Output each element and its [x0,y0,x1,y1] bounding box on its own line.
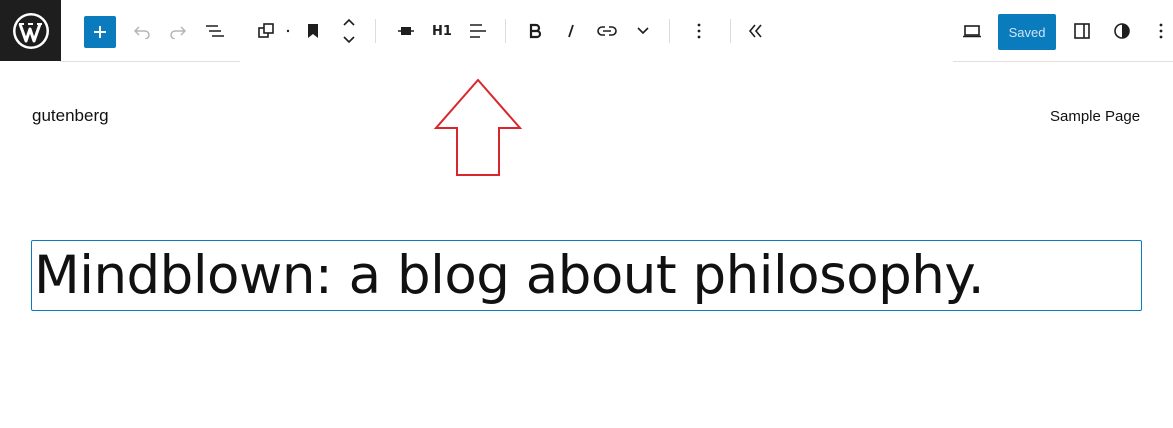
toolbar-separator [669,19,670,43]
toolbar-border [953,61,1173,62]
annotation-arrow-icon [433,78,523,176]
bookmark-icon [308,24,318,38]
plus-icon [94,26,106,38]
italic-button[interactable] [559,14,583,48]
laptop-icon [963,25,981,38]
move-block-controls[interactable] [338,14,360,48]
styles-button[interactable] [1110,14,1134,48]
editor-top-toolbar: H1 Saved [0,0,1173,61]
toolbar-separator [730,19,731,43]
heading-level-label: H1 [432,23,452,39]
document-overview-button[interactable] [202,14,226,48]
document-overview-icon [206,25,224,37]
more-formatting-button[interactable] [632,14,654,48]
add-block-button[interactable] [84,16,116,48]
block-transform-icon [258,23,274,38]
link-icon [597,26,617,36]
nav-link-sample-page[interactable]: Sample Page [1050,108,1140,125]
bold-icon [529,23,542,39]
heading-block[interactable]: Mindblown: a blog about philosophy. [31,240,1142,311]
preview-button[interactable] [959,14,985,48]
toolbar-border [60,61,240,62]
block-transform-button[interactable] [254,14,278,48]
chevron-up-down-icon [343,18,355,44]
vertical-ellipsis-icon [1159,23,1163,39]
align-center-icon [398,27,414,35]
toolbar-separator [375,19,376,43]
heading-level-button[interactable]: H1 [430,14,454,48]
double-chevron-left-icon [748,24,762,38]
contrast-icon [1114,23,1130,39]
undo-button[interactable] [130,14,154,48]
bookmark-button[interactable] [302,14,324,48]
options-menu-button[interactable] [1150,14,1172,48]
block-options-button[interactable] [688,14,710,48]
redo-icon [170,26,187,39]
align-button[interactable] [394,14,418,48]
bold-button[interactable] [523,14,547,48]
wordpress-logo[interactable] [0,0,61,61]
drag-handle[interactable] [284,14,292,48]
drag-dot-icon [286,29,290,33]
sidebar-icon [1074,23,1090,39]
toolbar-separator [505,19,506,43]
chevron-down-icon [637,27,649,35]
settings-sidebar-button[interactable] [1070,14,1094,48]
vertical-ellipsis-icon [697,23,701,39]
page-heading[interactable]: Mindblown: a blog about philosophy. [34,245,985,307]
redo-button[interactable] [166,14,190,48]
saved-label: Saved [1008,24,1046,40]
text-align-button[interactable] [466,14,490,48]
saved-button[interactable]: Saved [998,14,1056,50]
italic-icon [568,24,574,38]
collapse-toolbar-button[interactable] [744,14,768,48]
wordpress-icon [12,12,49,49]
text-align-icon [470,24,486,38]
link-button[interactable] [594,14,620,48]
site-title[interactable]: gutenberg [32,106,109,126]
undo-icon [133,26,150,39]
